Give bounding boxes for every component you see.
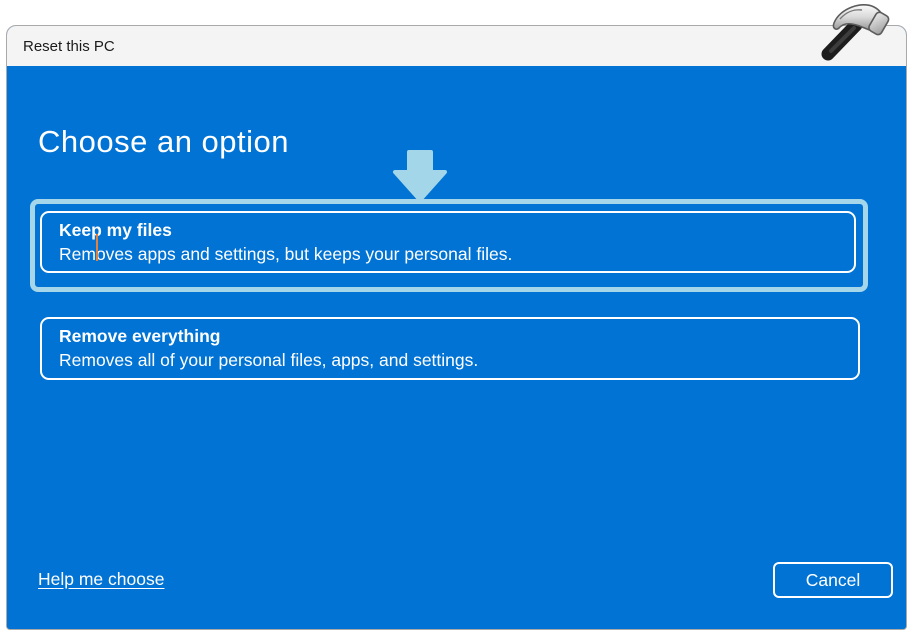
window-title: Reset this PC <box>23 38 115 55</box>
down-arrow-icon <box>391 150 449 204</box>
cancel-button[interactable]: Cancel <box>773 562 893 598</box>
reset-pc-dialog: Reset this PC Choose an option Keep my f… <box>6 25 907 630</box>
option-title: Remove everything <box>59 324 858 348</box>
page-title: Choose an option <box>38 124 289 160</box>
help-me-choose-link[interactable]: Help me choose <box>38 569 164 590</box>
option-description: Removes all of your personal files, apps… <box>59 348 858 373</box>
title-bar: Reset this PC <box>7 26 906 66</box>
option-keep-my-files[interactable]: Keep my files Removes apps and settings,… <box>40 211 856 273</box>
dialog-content: Choose an option Keep my files Removes a… <box>7 66 906 629</box>
option-title: Keep my files <box>59 218 854 242</box>
option-description: Removes apps and settings, but keeps you… <box>59 242 854 267</box>
option-remove-everything[interactable]: Remove everything Removes all of your pe… <box>40 317 860 380</box>
